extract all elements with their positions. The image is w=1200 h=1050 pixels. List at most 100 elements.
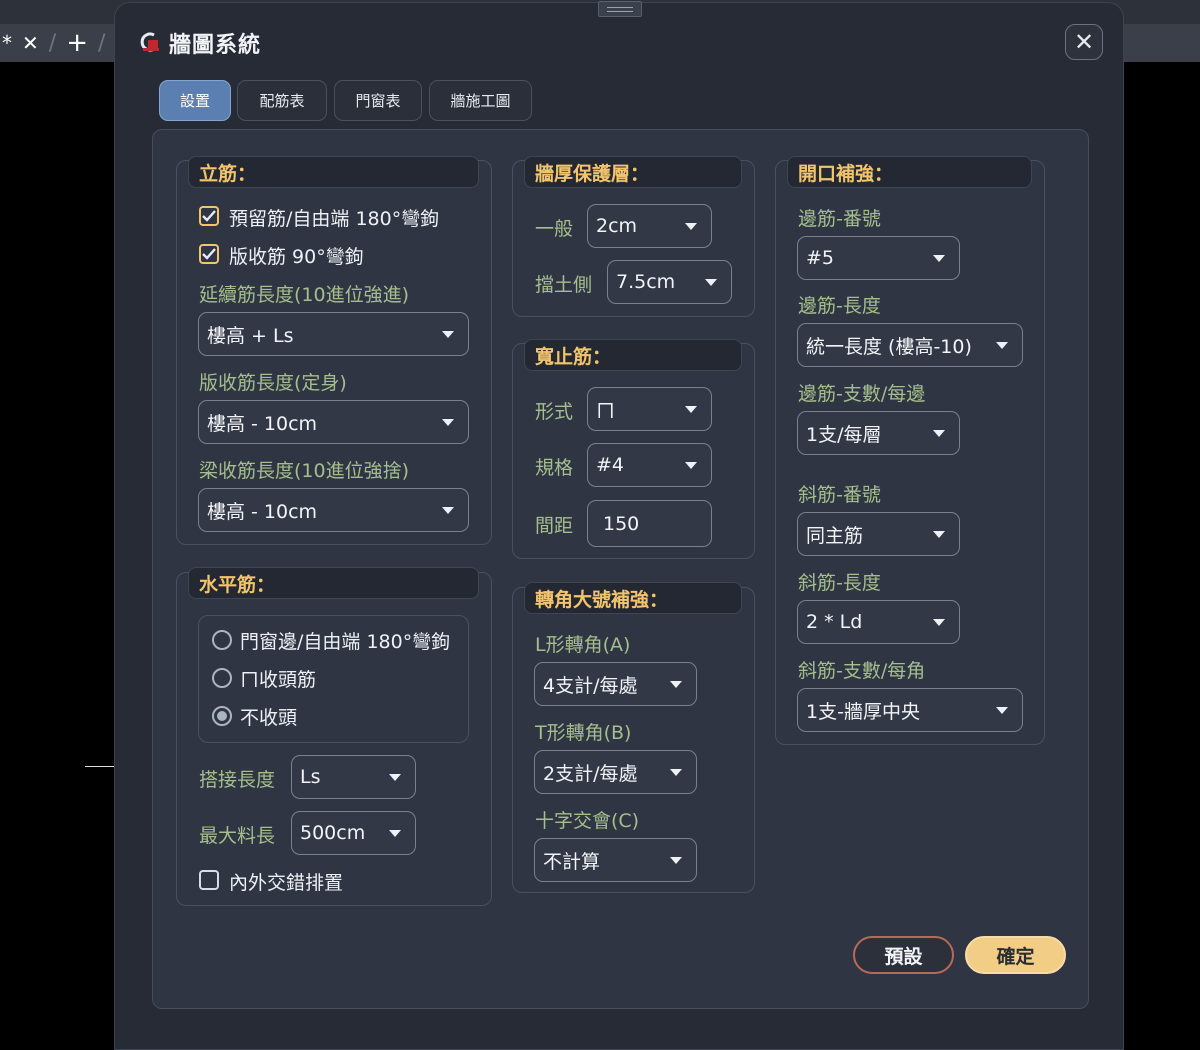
lap-length-label: 搭接長度 xyxy=(199,769,276,791)
chevron-down-icon xyxy=(685,462,697,469)
tie-spacing-value: 150 xyxy=(603,512,640,535)
t-corner-dropdown[interactable]: 2支計/每處 xyxy=(534,750,697,794)
ext-length-label: 延續筋長度(10進位強進) xyxy=(199,284,410,306)
tie-size-dropdown[interactable]: #4 xyxy=(587,443,712,487)
chevron-down-icon xyxy=(670,769,682,776)
radio-option-door-window-hook[interactable] xyxy=(212,630,232,650)
edge-bar-length-label: 邊筋-長度 xyxy=(798,295,881,317)
edge-bar-count-dropdown[interactable]: 1支/每層 xyxy=(797,411,960,455)
cover-general-label: 一般 xyxy=(535,218,574,240)
vertical-bars-header: 立筋： xyxy=(188,156,479,188)
tab-modified-marker: * xyxy=(2,31,12,55)
cross-junction-label: 十字交會(C) xyxy=(535,810,640,832)
tab-wall-construction-drawing[interactable]: 牆施工圖 xyxy=(429,80,532,121)
beam-length-value: 樓高 - 10cm xyxy=(207,500,318,523)
tab-settings[interactable]: 設置 xyxy=(159,80,231,121)
wall-cover-header: 牆厚保護層： xyxy=(524,156,742,188)
slab-length-dropdown[interactable]: 樓高 - 10cm xyxy=(198,400,469,444)
tab-close-icon[interactable]: ✕ xyxy=(22,31,39,55)
slab-length-label: 版收筋長度(定身) xyxy=(199,372,347,394)
chevron-down-icon xyxy=(389,774,401,781)
check-icon xyxy=(202,210,216,222)
diag-bar-length-dropdown[interactable]: 2 * Ld xyxy=(797,600,960,644)
t-corner-label: T形轉角(B) xyxy=(535,722,632,744)
radio-option-u-end-bar[interactable] xyxy=(212,668,232,688)
chevron-down-icon xyxy=(670,857,682,864)
cover-retaining-value: 7.5cm xyxy=(616,271,676,293)
cover-retaining-dropdown[interactable]: 7.5cm xyxy=(607,260,732,304)
l-corner-value: 4支計/每處 xyxy=(543,674,638,697)
slab-hook-checkbox[interactable] xyxy=(199,244,219,264)
tie-size-value: #4 xyxy=(596,454,625,476)
chevron-down-icon xyxy=(442,507,454,514)
radio-label-u-end-bar: ㄇ收頭筋 xyxy=(240,669,317,691)
chevron-down-icon xyxy=(670,681,682,688)
dialog-title: 牆圖系統 xyxy=(169,33,262,58)
radio-label-door-window-hook: 門窗邊/自由端 180°彎鉤 xyxy=(240,631,451,653)
edge-bar-number-dropdown[interactable]: #5 xyxy=(797,236,960,280)
beam-length-label: 梁收筋長度(10進位強捨) xyxy=(199,460,410,482)
chevron-down-icon xyxy=(996,707,1008,714)
tab-separator: / xyxy=(48,30,57,56)
edge-bar-count-label: 邊筋-支數/每邊 xyxy=(798,383,926,405)
diag-bar-count-label: 斜筋-支數/每角 xyxy=(798,660,926,682)
close-button[interactable]: ✕ xyxy=(1065,24,1103,60)
drag-handle-icon[interactable] xyxy=(598,1,642,17)
slab-hook-label: 版收筋 90°彎鉤 xyxy=(229,246,364,268)
tie-form-label: 形式 xyxy=(535,401,574,423)
tie-form-dropdown[interactable]: ㄇ xyxy=(587,387,712,431)
corner-reinforcement-header: 轉角大號補強： xyxy=(524,582,742,614)
beam-length-dropdown[interactable]: 樓高 - 10cm xyxy=(198,488,469,532)
chevron-down-icon xyxy=(996,342,1008,349)
cross-junction-dropdown[interactable]: 不計算 xyxy=(534,838,697,882)
close-icon: ✕ xyxy=(1073,28,1095,56)
chevron-down-icon xyxy=(933,619,945,626)
tab-rebar-table[interactable]: 配筋表 xyxy=(237,80,327,121)
diag-bar-number-label: 斜筋-番號 xyxy=(798,484,881,506)
stagger-checkbox[interactable] xyxy=(199,870,219,890)
edge-bar-count-value: 1支/每層 xyxy=(806,423,882,446)
edge-bar-number-label: 邊筋-番號 xyxy=(798,208,881,230)
edge-bar-length-value: 統一長度 (樓高-10) xyxy=(806,335,972,358)
cross-junction-value: 不計算 xyxy=(543,850,601,873)
diag-bar-length-value: 2 * Ld xyxy=(806,611,863,633)
cover-general-dropdown[interactable]: 2cm xyxy=(587,204,712,248)
lap-length-dropdown[interactable]: Ls xyxy=(291,755,416,799)
chevron-down-icon xyxy=(705,279,717,286)
diag-bar-count-value: 1支-牆厚中央 xyxy=(806,700,920,723)
l-corner-dropdown[interactable]: 4支計/每處 xyxy=(534,662,697,706)
reserve-hook-checkbox[interactable] xyxy=(199,206,219,226)
diag-bar-number-dropdown[interactable]: 同主筋 xyxy=(797,512,960,556)
max-length-dropdown[interactable]: 500cm xyxy=(291,811,416,855)
radio-option-no-end[interactable] xyxy=(212,706,232,726)
tie-spacing-input[interactable]: 150 xyxy=(587,500,712,547)
edge-bar-length-dropdown[interactable]: 統一長度 (樓高-10) xyxy=(797,323,1023,367)
tab-separator: / xyxy=(97,30,106,56)
background-tab[interactable]: * ✕ / + / xyxy=(0,24,105,62)
chevron-down-icon xyxy=(389,830,401,837)
stagger-label: 內外交錯排置 xyxy=(229,872,344,894)
max-length-value: 500cm xyxy=(300,822,366,844)
chevron-down-icon xyxy=(442,331,454,338)
ext-length-value: 樓高 + Ls xyxy=(207,324,294,347)
reserve-hook-label: 預留筋/自由端 180°彎鉤 xyxy=(229,208,440,230)
cover-retaining-label: 擋土側 xyxy=(535,274,593,296)
check-icon xyxy=(202,248,216,260)
diag-bar-length-label: 斜筋-長度 xyxy=(798,572,881,594)
new-tab-plus-icon[interactable]: + xyxy=(66,28,88,58)
tie-spacing-label: 間距 xyxy=(535,515,574,537)
diag-bar-count-dropdown[interactable]: 1支-牆厚中央 xyxy=(797,688,1023,732)
chevron-down-icon xyxy=(933,430,945,437)
chevron-down-icon xyxy=(933,531,945,538)
chevron-down-icon xyxy=(685,406,697,413)
chevron-down-icon xyxy=(933,255,945,262)
tab-door-window-table[interactable]: 門窗表 xyxy=(334,80,422,121)
chevron-down-icon xyxy=(442,419,454,426)
opening-reinforcement-header: 開口補強： xyxy=(787,156,1032,188)
edge-bar-number-value: #5 xyxy=(806,247,835,269)
confirm-button[interactable]: 確定 xyxy=(965,936,1066,974)
default-button[interactable]: 預設 xyxy=(853,936,954,974)
ext-length-dropdown[interactable]: 樓高 + Ls xyxy=(198,312,469,356)
tie-bars-header: 寬止筋： xyxy=(524,339,742,371)
wall-drawing-dialog: 牆圖系統 ✕ 設置 配筋表 門窗表 牆施工圖 立筋： 預留筋/自由端 180°彎… xyxy=(114,1,1124,1050)
